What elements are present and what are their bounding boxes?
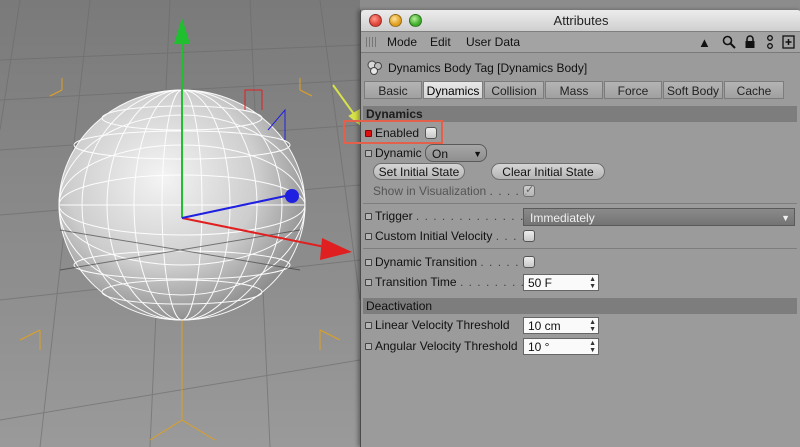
show-in-visualization-checkbox[interactable]: ✓ [523, 184, 535, 197]
linear-velocity-threshold-field[interactable]: 10 cm ▲ ▼ [523, 317, 599, 334]
angular-velocity-threshold-label: Angular Velocity Threshold [375, 339, 518, 353]
custom-initial-velocity-label: Custom Initial Velocity [375, 229, 493, 243]
linear-velocity-threshold-value: 10 cm [528, 319, 561, 333]
custom-initial-velocity-checkbox[interactable] [523, 230, 535, 242]
show-in-visualization-row: Show in Visualization . . . . . [373, 182, 529, 200]
trigger-select[interactable]: Immediately ▼ [523, 208, 795, 226]
dynamics-tag-icon [366, 59, 382, 75]
key-dot-icon[interactable] [365, 279, 372, 287]
dots: . . . . . . [480, 255, 529, 269]
viewport-scene [0, 0, 360, 447]
tab-basic[interactable]: Basic [364, 81, 422, 99]
dynamic-select[interactable]: On ▼ [425, 144, 487, 162]
custom-initial-velocity-row: Custom Initial Velocity . . . . [365, 227, 526, 245]
key-dot-icon[interactable] [365, 213, 372, 221]
dots: . . . . [495, 229, 527, 243]
stepper-icon[interactable]: ▲ ▼ [589, 276, 596, 290]
tab-dynamics[interactable]: Dynamics [423, 81, 483, 99]
trigger-select-value: Immediately [530, 211, 595, 225]
angular-velocity-threshold-field[interactable]: 10 ° ▲ ▼ [523, 338, 599, 355]
key-dot-icon[interactable] [365, 150, 372, 158]
section-deactivation: Deactivation [363, 298, 797, 314]
checkmark-icon: ✓ [525, 184, 535, 196]
menubar: Mode Edit User Data ▲ [361, 32, 800, 53]
angular-velocity-threshold-value: 10 ° [528, 340, 550, 354]
key-dot-icon[interactable] [365, 343, 372, 351]
set-initial-state-button[interactable]: Set Initial State [373, 163, 465, 180]
transition-time-row: Transition Time . . . . . . . . . [365, 273, 534, 291]
new-panel-icon[interactable] [782, 35, 795, 52]
search-icon[interactable] [722, 35, 736, 52]
dynamic-transition-row: Dynamic Transition . . . . . . [365, 253, 528, 271]
stepper-icon[interactable]: ▲ ▼ [589, 340, 596, 354]
key-dot-icon[interactable] [365, 259, 372, 267]
trigger-label: Trigger [375, 209, 413, 223]
dynamic-select-value: On [432, 147, 449, 161]
linear-velocity-threshold-row: Linear Velocity Threshold [365, 316, 510, 334]
dynamic-label: Dynamic [375, 146, 422, 160]
dynamic-transition-label: Dynamic Transition [375, 255, 478, 269]
stepper-icon[interactable]: ▲ ▼ [589, 319, 596, 333]
grip-icon[interactable] [366, 37, 377, 47]
tab-force[interactable]: Force [604, 81, 662, 99]
window-titlebar[interactable]: Attributes [361, 10, 800, 32]
transition-time-field[interactable]: 50 F ▲ ▼ [523, 274, 599, 291]
show-in-visualization-label: Show in Visualization [373, 184, 487, 198]
transition-time-label: Transition Time [375, 275, 457, 289]
hierarchy-icon[interactable] [765, 35, 775, 52]
transition-time-value: 50 F [528, 276, 553, 290]
lock-icon[interactable] [744, 35, 756, 52]
divider [363, 203, 797, 204]
window-title: Attributes [553, 13, 609, 28]
menu-mode[interactable]: Mode [387, 35, 417, 49]
key-dot-icon[interactable] [365, 322, 372, 330]
angular-velocity-threshold-row: Angular Velocity Threshold [365, 337, 518, 355]
chevron-down-icon: ▼ [473, 149, 482, 159]
trigger-row: Trigger . . . . . . . . . . . . . . . [365, 207, 542, 225]
chevron-down-icon: ▼ [781, 213, 790, 223]
clear-initial-state-button[interactable]: Clear Initial State [491, 163, 605, 180]
divider [363, 248, 797, 249]
tab-cache[interactable]: Cache [724, 81, 784, 99]
key-dot-icon[interactable] [365, 233, 372, 241]
menu-user-data[interactable]: User Data [466, 35, 520, 49]
tab-soft-body[interactable]: Soft Body [663, 81, 723, 99]
linear-velocity-threshold-label: Linear Velocity Threshold [375, 318, 510, 332]
menu-edit[interactable]: Edit [430, 35, 451, 49]
attributes-panel: Attributes Mode Edit User Data ▲ Dynamic… [360, 10, 800, 447]
tab-mass[interactable]: Mass [545, 81, 603, 99]
annotation-highlight-box [343, 120, 443, 144]
3d-viewport[interactable] [0, 0, 360, 447]
cursor-arrow-icon[interactable]: ▲ [698, 35, 711, 50]
dynamic-row: Dynamic [365, 144, 422, 162]
tab-collision[interactable]: Collision [484, 81, 544, 99]
object-label: Dynamics Body Tag [Dynamics Body] [388, 61, 588, 75]
z-axis-handle [285, 189, 299, 203]
dynamic-transition-checkbox[interactable] [523, 256, 535, 268]
